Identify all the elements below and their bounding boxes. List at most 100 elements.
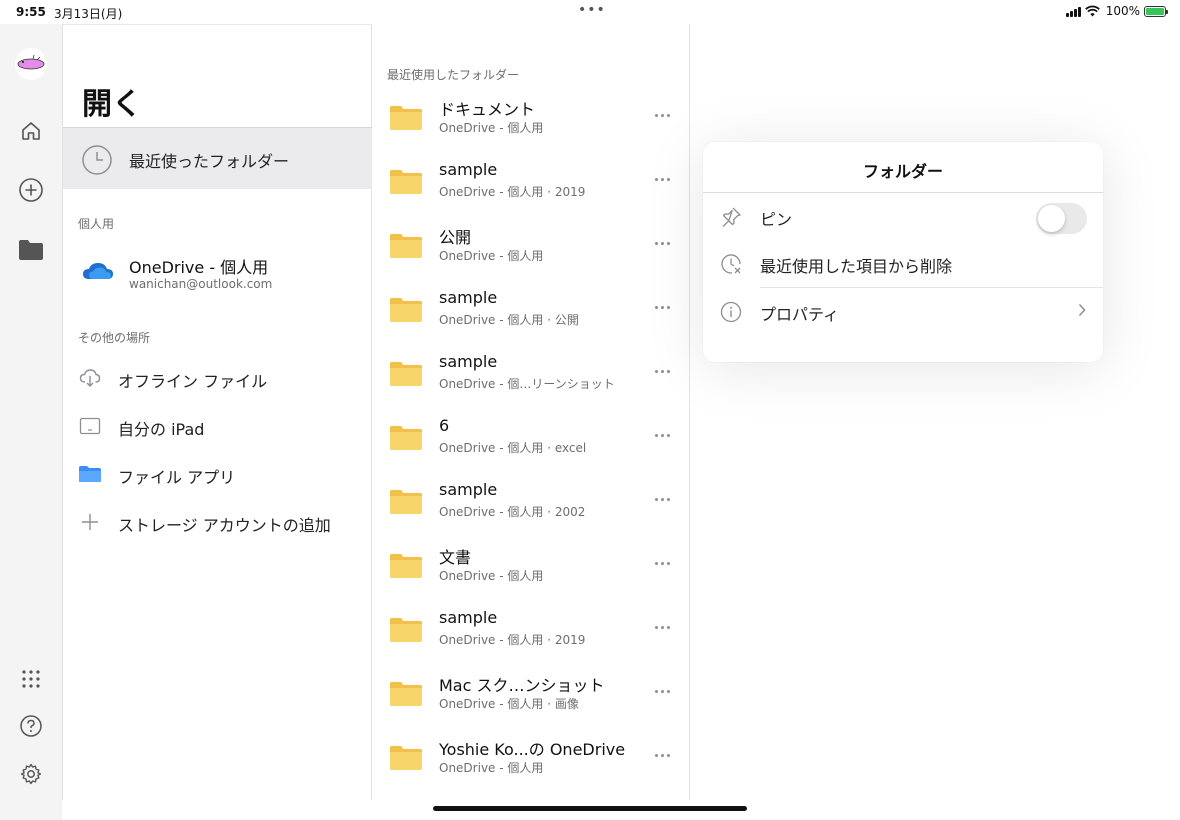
- more-options-button[interactable]: [647, 487, 677, 511]
- popover-title: フォルダー: [862, 162, 943, 181]
- more-dot: [654, 241, 658, 245]
- folder-list-item[interactable]: Mac スク…ンショット OneDrive - 個人用 · 画像: [372, 667, 689, 731]
- more-dot: [666, 625, 670, 629]
- folder-icon: [390, 682, 422, 706]
- home-indicator[interactable]: [433, 806, 747, 811]
- more-options-button[interactable]: [647, 359, 677, 383]
- add-storage-account-item[interactable]: ストレージ アカウントの追加: [63, 504, 372, 540]
- more-dot: [666, 433, 670, 437]
- folder-list-item[interactable]: ドキュメント OneDrive - 個人用: [372, 91, 689, 155]
- folder-location: OneDrive - 個人用: [439, 121, 544, 135]
- folder-list-item[interactable]: sample OneDrive - 個人用 · 2019: [372, 603, 689, 667]
- folder-list-item[interactable]: sample OneDrive - 個人用 · 2019: [372, 155, 689, 219]
- folder-name: Mac スク…ンショット: [439, 676, 605, 695]
- more-dot: [660, 689, 664, 693]
- my-ipad-label: 自分の iPad: [118, 420, 205, 439]
- files-app-item[interactable]: ファイル アプリ: [63, 456, 372, 492]
- folder-list-item[interactable]: Yoshie Ko...の OneDrive OneDrive - 個人用: [372, 731, 689, 795]
- more-options-button[interactable]: [647, 167, 677, 191]
- more-dot: [660, 561, 664, 565]
- cellular-signal-icon: [1065, 6, 1081, 17]
- properties-label: プロパティ: [760, 305, 840, 324]
- more-dot: [654, 561, 658, 565]
- more-dot: [654, 305, 658, 309]
- more-dot: [666, 753, 670, 757]
- folder-location: OneDrive - 個人用: [439, 569, 544, 583]
- folder-location: OneDrive - 個人用 · 画像: [439, 697, 579, 711]
- recent-folders-item[interactable]: 最近使ったフォルダー: [63, 127, 372, 189]
- more-options-button[interactable]: [647, 295, 677, 319]
- more-dot: [666, 689, 670, 693]
- more-options-button[interactable]: [647, 423, 677, 447]
- more-options-button[interactable]: [647, 103, 677, 127]
- account-email: wanichan@outlook.com: [129, 277, 273, 291]
- plus-circle-icon[interactable]: [18, 177, 44, 203]
- cloud-download-icon: [78, 366, 102, 390]
- folder-list-item[interactable]: sample OneDrive - 個人用 · 公開: [372, 283, 689, 347]
- pin-icon: [719, 205, 743, 229]
- more-dot: [666, 305, 670, 309]
- folder-name: sample: [439, 480, 498, 499]
- more-options-button[interactable]: [647, 551, 677, 575]
- folder-location: OneDrive - 個人用 · 公開: [439, 313, 579, 327]
- apps-grid-icon[interactable]: [18, 666, 44, 692]
- folder-list-item[interactable]: 公開 OneDrive - 個人用: [372, 219, 689, 283]
- files-app-label: ファイル アプリ: [118, 468, 236, 487]
- folder-context-popover: フォルダー ピン 最近使用した項目から削除 プロパティ: [703, 142, 1103, 362]
- more-options-button[interactable]: [647, 615, 677, 639]
- pin-toggle-knob: [1038, 205, 1065, 232]
- more-dot: [666, 113, 670, 117]
- more-options-button[interactable]: [647, 679, 677, 703]
- settings-icon[interactable]: [18, 761, 44, 787]
- folder-name: Yoshie Ko...の OneDrive: [439, 740, 626, 759]
- pin-toggle[interactable]: [1036, 203, 1087, 234]
- chevron-right-icon: [1078, 303, 1086, 317]
- folder-icon: [390, 362, 422, 386]
- page-title: 開く: [82, 87, 142, 122]
- home-icon[interactable]: [18, 118, 44, 144]
- folder-location: OneDrive - 個人用 · 2019: [439, 185, 586, 199]
- folder-name: sample: [439, 352, 498, 371]
- more-dot: [654, 625, 658, 629]
- account-name: OneDrive - 個人用: [129, 258, 269, 277]
- status-date: 3月13日(月): [54, 7, 123, 21]
- clock-icon: [82, 145, 112, 175]
- ipad-icon: [78, 414, 102, 438]
- more-options-button[interactable]: [647, 231, 677, 255]
- avatar[interactable]: [15, 48, 47, 80]
- pin-row: ピン: [703, 193, 1103, 241]
- onedrive-icon: [83, 263, 113, 279]
- folder-icon[interactable]: [18, 237, 44, 263]
- my-ipad-item[interactable]: 自分の iPad: [63, 408, 372, 444]
- folder-icon: [390, 490, 422, 514]
- open-navigation-pane: 開く 最近使ったフォルダー 個人用 OneDrive - 個人用 wanicha…: [62, 24, 372, 800]
- remove-from-recent-label: 最近使用した項目から削除: [760, 257, 953, 276]
- folder-icon: [390, 106, 422, 130]
- help-icon[interactable]: [18, 713, 44, 739]
- app-rail: [0, 24, 62, 820]
- status-time: 9:55: [16, 5, 46, 19]
- folder-location: OneDrive - 個人用: [439, 761, 544, 775]
- properties-row[interactable]: プロパティ: [703, 288, 1103, 336]
- multitasking-menu-button[interactable]: •••: [578, 2, 606, 18]
- more-dot: [654, 113, 658, 117]
- folder-location: OneDrive - 個人用: [439, 249, 544, 263]
- folder-name: 公開: [439, 228, 472, 247]
- remove-from-recent-row[interactable]: 最近使用した項目から削除: [703, 240, 1103, 288]
- more-options-button[interactable]: [647, 743, 677, 767]
- folder-list-item[interactable]: sample OneDrive - 個人用 · 2002: [372, 475, 689, 539]
- folder-location: OneDrive - 個人用 · 2019: [439, 633, 586, 647]
- folder-name: sample: [439, 288, 498, 307]
- more-dot: [666, 177, 670, 181]
- folder-list-item[interactable]: 文書 OneDrive - 個人用: [372, 539, 689, 603]
- recent-folders-label: 最近使ったフォルダー: [129, 152, 290, 171]
- offline-files-item[interactable]: オフライン ファイル: [63, 360, 372, 396]
- more-dot: [660, 241, 664, 245]
- folder-list-item[interactable]: 6 OneDrive - 個人用 · excel: [372, 411, 689, 475]
- offline-files-label: オフライン ファイル: [118, 372, 268, 391]
- folder-list-item[interactable]: sample OneDrive - 個…リーンショット: [372, 347, 689, 411]
- popover-arrow: [691, 240, 703, 264]
- onedrive-account-item[interactable]: OneDrive - 個人用 wanichan@outlook.com: [63, 253, 372, 297]
- more-dot: [654, 433, 658, 437]
- more-dot: [654, 497, 658, 501]
